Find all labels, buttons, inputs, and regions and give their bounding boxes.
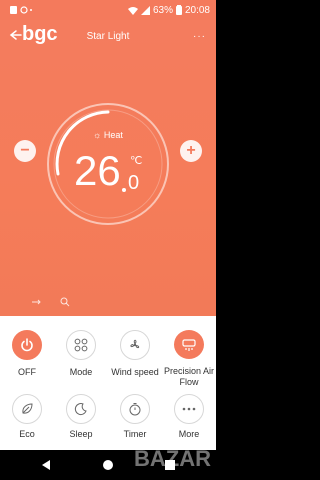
page-title: Star Light	[86, 31, 130, 42]
home-nav-icon[interactable]	[102, 459, 114, 471]
temperature-unit: ℃	[130, 155, 143, 167]
fan-icon[interactable]	[120, 330, 150, 360]
control-eco[interactable]: Eco	[0, 388, 54, 450]
timer-icon[interactable]	[120, 394, 150, 424]
status-bar: 63% 20:08	[0, 0, 216, 20]
thermostat-panel: bgc Star Light ··· ☼ Heat 26 ℃ 0 − +	[0, 20, 216, 316]
control-label: More	[178, 429, 200, 439]
temperature-value: 26	[74, 147, 121, 194]
wifi-icon	[127, 6, 138, 15]
control-label: Precision Air Flow	[163, 366, 215, 387]
more-dots-icon[interactable]	[174, 394, 204, 424]
clock: 20:08	[184, 4, 210, 16]
mode-indicator: ☼ Heat	[0, 130, 216, 140]
minus-icon: −	[20, 142, 30, 159]
svg-text:BAZAR: BAZAR	[134, 446, 211, 470]
controls-grid: OFF Mode Wind speed Precision Air Flow E…	[0, 316, 216, 450]
signal-icon	[140, 5, 150, 15]
mode-label: Heat	[103, 130, 123, 140]
control-wind-speed[interactable]: Wind speed	[108, 316, 162, 388]
control-label: Wind speed	[111, 367, 159, 377]
control-more[interactable]: More	[162, 388, 216, 450]
control-label: Mode	[69, 367, 93, 377]
control-off[interactable]: OFF	[0, 316, 54, 388]
more-options-icon[interactable]: ···	[193, 31, 206, 42]
controls-panel: OFF Mode Wind speed Precision Air Flow E…	[0, 316, 216, 450]
airflow-icon[interactable]	[174, 330, 204, 359]
battery-percent: 63%	[152, 4, 173, 16]
moon-icon[interactable]	[66, 394, 96, 424]
control-mode[interactable]: Mode	[54, 316, 108, 388]
control-precision-air-flow[interactable]: Precision Air Flow	[162, 316, 216, 388]
status-indicator-icons	[32, 297, 70, 307]
sun-icon: ☼	[93, 130, 102, 140]
power-icon[interactable]	[12, 330, 42, 360]
control-label: Timer	[123, 429, 147, 439]
increase-temp-button[interactable]: +	[180, 140, 202, 162]
bazar-watermark-logo: BAZAR	[134, 446, 211, 470]
notification-icons	[10, 6, 32, 14]
back-nav-icon[interactable]	[40, 459, 52, 471]
leaf-icon[interactable]	[12, 394, 42, 424]
control-label: OFF	[18, 367, 36, 377]
decrease-temp-button[interactable]: −	[14, 140, 36, 162]
control-sleep[interactable]: Sleep	[54, 388, 108, 450]
mode-grid-icon[interactable]	[66, 330, 96, 360]
battery-icon	[175, 5, 182, 15]
control-timer[interactable]: Timer	[108, 388, 162, 450]
decimal-point	[122, 188, 126, 192]
control-label: Sleep	[69, 429, 93, 439]
plus-icon: +	[186, 142, 196, 159]
temperature-decimal: 0	[128, 172, 140, 194]
control-label: Eco	[19, 429, 35, 439]
